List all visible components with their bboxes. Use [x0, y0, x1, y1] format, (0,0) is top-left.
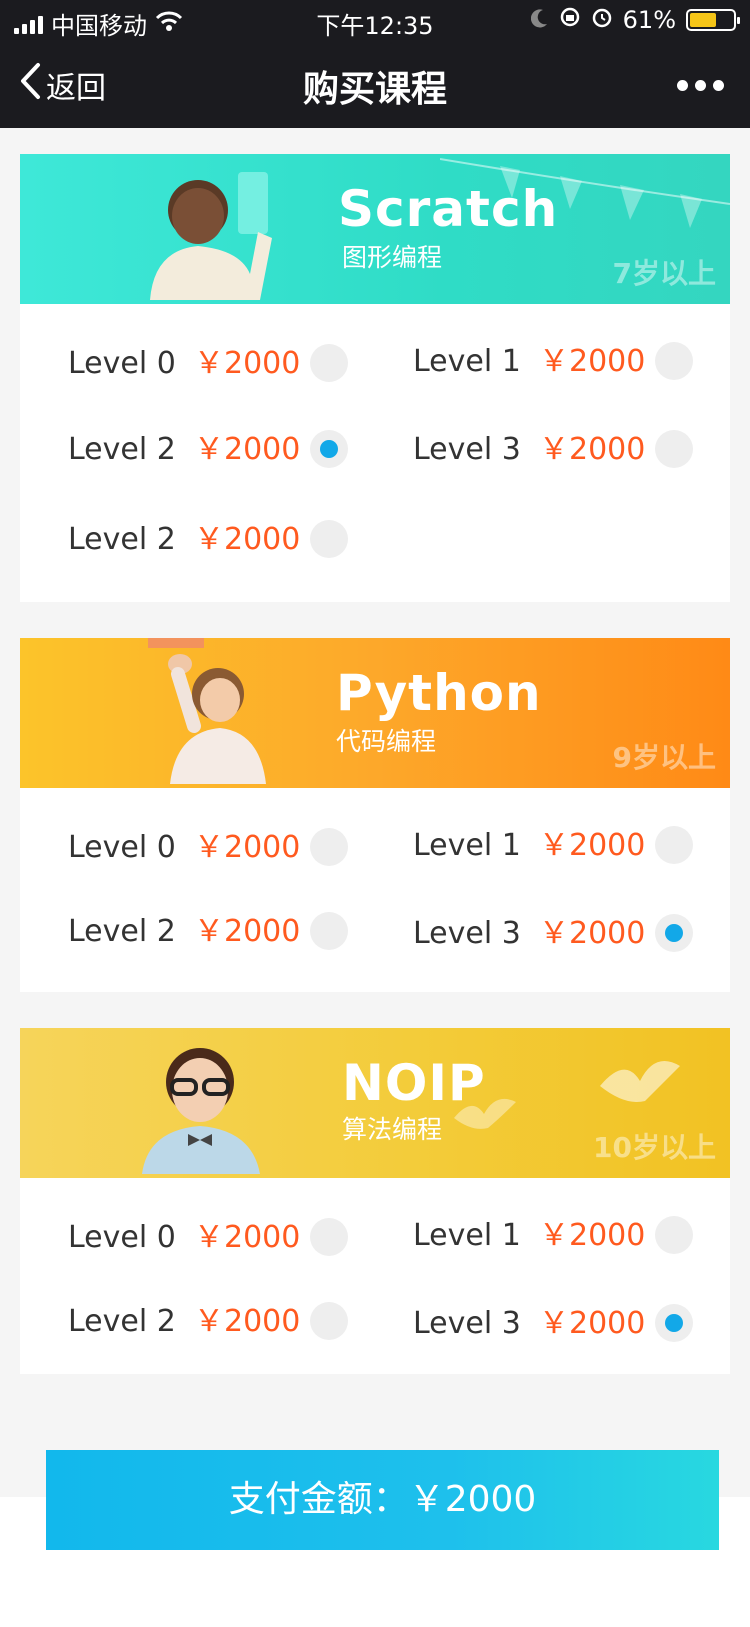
- level-radio[interactable]: [655, 826, 693, 864]
- level-radio[interactable]: [655, 430, 693, 468]
- level-radio[interactable]: [655, 914, 693, 952]
- level-radio[interactable]: [310, 344, 348, 382]
- course-card-scratch: Scratch 图形编程 7岁以上 Level 0 ￥2000 Level 1 …: [20, 154, 730, 602]
- moon-icon: [530, 6, 549, 34]
- more-button[interactable]: [677, 80, 724, 91]
- level-price: ￥2000: [539, 916, 646, 951]
- course-age: 7岁以上: [612, 257, 716, 290]
- course-title: NOIP: [342, 1054, 486, 1112]
- course-card-python: Python 代码编程 9岁以上 Level 0 ￥2000 Level 1 ￥…: [20, 638, 730, 992]
- level-label: Level 0: [68, 346, 176, 381]
- level-label: Level 2: [68, 522, 176, 557]
- level-radio[interactable]: [310, 1218, 348, 1256]
- course-age: 10岁以上: [593, 1131, 716, 1164]
- level-label: Level 2: [68, 432, 176, 467]
- rotation-lock-icon: [559, 6, 581, 34]
- more-dot-icon: [713, 80, 724, 91]
- level-label: Level 0: [68, 830, 176, 865]
- level-radio[interactable]: [310, 430, 348, 468]
- level-price: ￥2000: [539, 828, 646, 863]
- level-radio[interactable]: [655, 1216, 693, 1254]
- battery-percent: 61%: [622, 6, 676, 34]
- alarm-icon: [591, 6, 613, 34]
- level-radio[interactable]: [310, 520, 348, 558]
- level-price: ￥2000: [194, 1220, 301, 1255]
- course-subtitle: 代码编程: [336, 727, 437, 756]
- more-dot-icon: [677, 80, 688, 91]
- level-label: Level 3: [413, 1306, 521, 1341]
- child-photo: [148, 638, 278, 788]
- level-label: Level 2: [68, 914, 176, 949]
- level-price: ￥2000: [194, 914, 301, 949]
- course-card-noip: NOIP 算法编程 10岁以上 Level 0 ￥2000 Level 1 ￥2…: [20, 1028, 730, 1374]
- page-title: 购买课程: [302, 69, 447, 110]
- level-price: ￥2000: [194, 522, 301, 557]
- level-radio[interactable]: [655, 342, 693, 380]
- level-price: ￥2000: [539, 1218, 646, 1253]
- level-price: ￥2000: [194, 432, 301, 467]
- course-banner: Scratch 图形编程 7岁以上: [20, 154, 730, 304]
- level-radio[interactable]: [310, 828, 348, 866]
- level-price: ￥2000: [194, 346, 301, 381]
- nav-bar: 返回 购买课程: [0, 40, 750, 128]
- level-radio[interactable]: [310, 912, 348, 950]
- bird-pattern-decoration: [595, 1046, 685, 1120]
- level-radio[interactable]: [310, 1302, 348, 1340]
- level-radio[interactable]: [655, 1304, 693, 1342]
- level-label: Level 2: [68, 1304, 176, 1339]
- level-label: Level 0: [68, 1220, 176, 1255]
- battery-icon: [686, 9, 740, 31]
- level-label: Level 3: [413, 432, 521, 467]
- child-photo: [132, 1030, 272, 1178]
- more-dot-icon: [695, 80, 706, 91]
- course-subtitle: 算法编程: [342, 1115, 443, 1144]
- level-price: ￥2000: [194, 830, 301, 865]
- level-price: ￥2000: [539, 344, 646, 379]
- course-banner: Python 代码编程 9岁以上: [20, 638, 730, 788]
- pay-button[interactable]: 支付金额：￥2000: [46, 1450, 719, 1550]
- level-label: Level 1: [413, 828, 521, 863]
- course-age: 9岁以上: [612, 741, 716, 774]
- status-bar: 中国移动 下午12:35 61%: [0, 0, 750, 40]
- child-photo: [140, 164, 290, 304]
- course-title: Python: [336, 664, 542, 722]
- level-label: Level 3: [413, 916, 521, 951]
- course-subtitle: 图形编程: [342, 243, 443, 272]
- level-price: ￥2000: [194, 1304, 301, 1339]
- level-price: ￥2000: [539, 432, 646, 467]
- level-price: ￥2000: [539, 1306, 646, 1341]
- course-banner: NOIP 算法编程 10岁以上: [20, 1028, 730, 1178]
- level-label: Level 1: [413, 344, 521, 379]
- level-label: Level 1: [413, 1218, 521, 1253]
- course-title: Scratch: [338, 180, 559, 238]
